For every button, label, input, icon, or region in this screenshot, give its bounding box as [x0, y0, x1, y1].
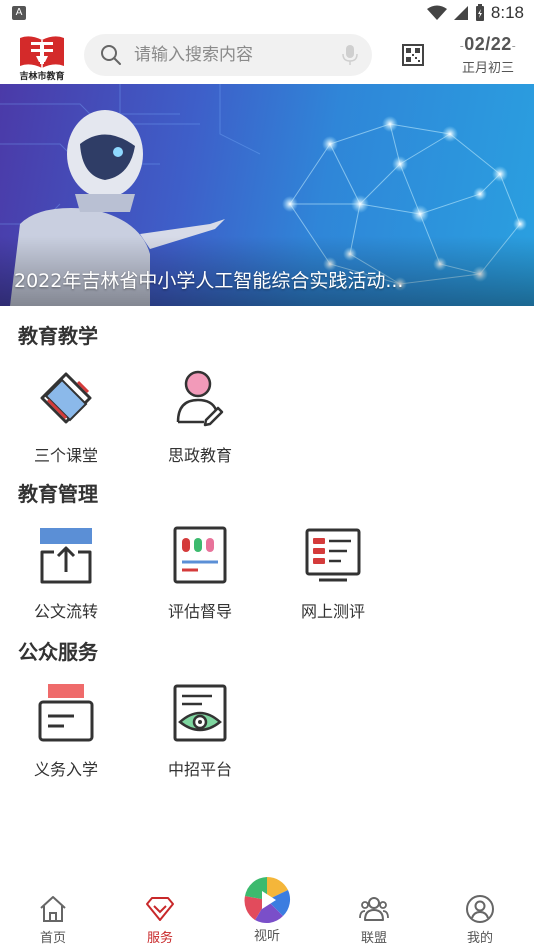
document-upload-icon — [40, 528, 92, 584]
logo-icon — [20, 36, 64, 68]
battery-icon — [475, 4, 484, 21]
app-header: 吉林市教育 -02/22- 正月初三 — [0, 28, 534, 84]
online-test-icon — [305, 528, 361, 582]
service-high-school-admission[interactable]: 中招平台 — [150, 684, 250, 784]
date-display: -02/22- 正月初三 — [452, 34, 524, 76]
tile-label: 思政教育 — [167, 446, 232, 465]
banner-caption[interactable]: 2022年吉林省中小学人工智能综合实践活动... — [14, 266, 484, 293]
nav-home[interactable]: 首页 — [13, 870, 93, 950]
camera-aperture-icon — [244, 876, 291, 924]
qr-scan-icon[interactable] — [402, 44, 424, 66]
logo-text: 吉林市教育 — [19, 72, 65, 82]
tile-label: 评估督导 — [167, 602, 232, 621]
section-title-management: 教育管理 — [18, 482, 98, 506]
signal-icon — [453, 6, 468, 20]
microphone-icon[interactable] — [342, 44, 358, 66]
notification-badge: A — [12, 6, 26, 20]
nav-label: 联盟 — [360, 931, 387, 946]
status-indicators: 8:18 — [426, 3, 524, 23]
nav-label: 我的 — [466, 931, 493, 946]
search-bar[interactable] — [84, 34, 372, 76]
app-logo[interactable]: 吉林市教育 — [16, 32, 68, 82]
diamond-service-icon — [146, 897, 174, 921]
service-compulsory-enrollment[interactable]: 义务入学 — [16, 684, 116, 784]
nav-alliance[interactable]: 联盟 — [334, 870, 414, 950]
section-title-teaching: 教育教学 — [18, 324, 98, 348]
search-input[interactable] — [134, 34, 334, 76]
bottom-navigation: 首页 服务 视听 联盟 我的 — [0, 870, 534, 950]
evaluation-board-icon — [173, 526, 227, 584]
section-title-public-services: 公众服务 — [18, 640, 98, 664]
tile-label: 公文流转 — [33, 602, 98, 621]
lunar-date: 正月初三 — [461, 61, 514, 76]
person-pen-icon — [176, 370, 224, 427]
tile-label: 中招平台 — [167, 760, 232, 779]
nav-label: 视听 — [253, 929, 280, 944]
group-users-icon — [359, 897, 389, 921]
wifi-icon — [426, 5, 447, 20]
nav-media[interactable]: 视听 — [227, 870, 307, 950]
tile-label: 三个课堂 — [33, 446, 98, 465]
tile-label: 网上测评 — [300, 602, 365, 621]
nav-services[interactable]: 服务 — [120, 870, 200, 950]
tile-label: 义务入学 — [33, 760, 98, 779]
nav-profile[interactable]: 我的 — [440, 870, 520, 950]
search-icon[interactable] — [100, 44, 122, 66]
classroom-diamond-icon — [40, 372, 92, 424]
status-time: 8:18 — [490, 3, 524, 22]
service-three-classrooms[interactable]: 三个课堂 — [16, 370, 116, 470]
solar-date: 02/22 — [464, 34, 512, 54]
service-evaluation-supervision[interactable]: 评估督导 — [150, 526, 250, 626]
enrollment-card-icon — [38, 684, 94, 742]
banner-carousel[interactable]: 2022年吉林省中小学人工智能综合实践活动... — [0, 84, 534, 306]
home-icon — [40, 896, 66, 922]
nav-label: 服务 — [146, 931, 173, 946]
eye-document-icon — [173, 684, 227, 742]
service-ideological-education[interactable]: 思政教育 — [150, 370, 250, 470]
user-profile-icon — [466, 895, 494, 923]
service-online-assessment[interactable]: 网上测评 — [283, 526, 383, 626]
service-document-flow[interactable]: 公文流转 — [16, 526, 116, 626]
nav-label: 首页 — [39, 931, 66, 946]
status-bar: A 8:18 — [0, 0, 534, 28]
